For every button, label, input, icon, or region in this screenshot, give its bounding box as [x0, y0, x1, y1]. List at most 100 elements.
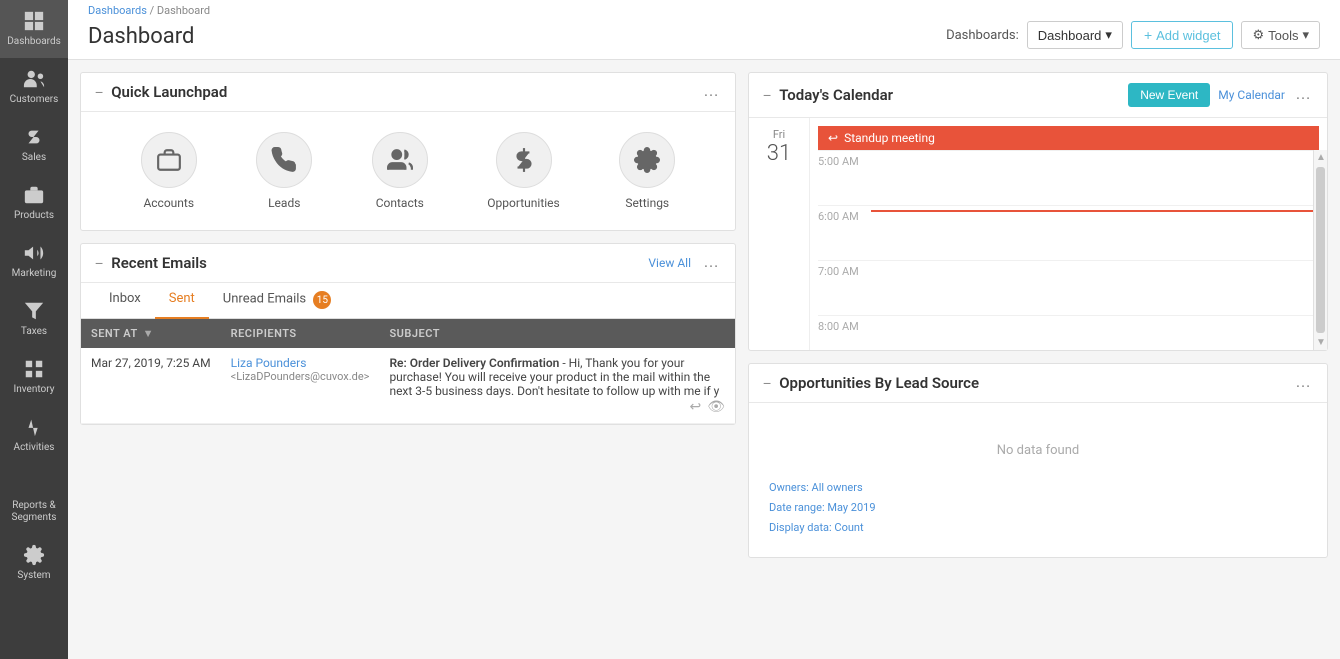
dashboard-body: − Quick Launchpad … Accounts — [68, 60, 1340, 659]
time-label-7am: 7:00 AM — [818, 265, 863, 278]
dashboards-label: Dashboards: — [946, 28, 1019, 43]
my-calendar-link[interactable]: My Calendar — [1218, 88, 1285, 102]
calendar-events-col: ↩ Standup meeting 5:00 AM 6:00 AM — [809, 118, 1327, 350]
calendar-scrollbar[interactable]: ▲ ▼ — [1313, 150, 1327, 350]
opps-meta-daterange: Date range: May 2019 — [769, 498, 1307, 518]
scroll-down-button[interactable]: ▼ — [1314, 335, 1327, 350]
time-label-8am: 8:00 AM — [818, 320, 863, 333]
calendar-date-col: Fri 31 — [749, 118, 809, 350]
emails-title: Recent Emails — [111, 254, 207, 272]
calendar-title: Today's Calendar — [779, 86, 893, 104]
email-tabs: Inbox Sent Unread Emails 15 — [81, 283, 735, 319]
launchpad-title: Quick Launchpad — [111, 83, 227, 101]
sidebar-item-customers[interactable]: Customers — [0, 58, 68, 116]
opps-body: No data found Owners: All owners Date ra… — [749, 403, 1327, 557]
scroll-up-button[interactable]: ▲ — [1314, 150, 1327, 165]
email-recipient-name[interactable]: Liza Pounders — [231, 356, 370, 370]
col-subject: SUBJECT — [379, 319, 735, 348]
unread-badge: 15 — [313, 291, 331, 309]
cal-day-name: Fri — [757, 128, 801, 141]
sidebar-item-dashboards[interactable]: Dashboards — [0, 0, 68, 58]
new-event-button[interactable]: New Event — [1128, 83, 1210, 107]
left-column: − Quick Launchpad … Accounts — [80, 72, 736, 647]
sidebar: Dashboards Customers Sales Products Mark… — [0, 0, 68, 659]
collapse-launchpad-button[interactable]: − — [95, 84, 103, 100]
plus-icon: + — [1144, 27, 1152, 43]
dashboard-dropdown[interactable]: Dashboard ▾ — [1027, 21, 1123, 49]
tab-sent[interactable]: Sent — [155, 283, 209, 319]
time-slot-7am: 7:00 AM — [818, 260, 1319, 315]
calendar-scroll-area[interactable]: 5:00 AM 6:00 AM 7: — [810, 150, 1327, 350]
view-button[interactable]: 👁 — [707, 398, 725, 415]
chevron-down-icon: ▾ — [1105, 27, 1112, 43]
time-label-6am: 6:00 AM — [818, 210, 863, 223]
calendar-body: Fri 31 ↩ Standup meeting 5:00 AM — [749, 118, 1327, 350]
time-label-5am: 5:00 AM — [818, 155, 863, 168]
time-slot-8am: 8:00 AM — [818, 315, 1319, 350]
time-slot-5am: 5:00 AM — [818, 150, 1319, 205]
launchpad-item-accounts[interactable]: Accounts — [141, 132, 197, 210]
email-recipient-addr: <LizaDPounders@cuvox.de> — [231, 370, 370, 383]
widget-header-calendar: − Today's Calendar New Event My Calendar… — [749, 73, 1327, 118]
emails-menu-button[interactable]: … — [701, 254, 721, 272]
launchpad-item-leads[interactable]: Leads — [256, 132, 312, 210]
sidebar-item-taxes[interactable]: Taxes — [0, 290, 68, 348]
sidebar-item-activities[interactable]: Activities — [0, 406, 68, 464]
sidebar-item-inventory[interactable]: Inventory — [0, 348, 68, 406]
scroll-thumb — [1316, 167, 1325, 333]
launchpad-menu-button[interactable]: … — [701, 83, 721, 101]
calendar-widget: − Today's Calendar New Event My Calendar… — [748, 72, 1328, 351]
page-header-wrap: Dashboards / Dashboard Dashboard Dashboa… — [68, 0, 1340, 60]
reply-button[interactable]: ↩ — [689, 398, 701, 415]
launchpad-item-opportunities[interactable]: Opportunities — [487, 132, 559, 210]
sidebar-item-products[interactable]: Products — [0, 174, 68, 232]
col-recipients: RECIPIENTS — [221, 319, 380, 348]
page-title: Dashboard — [88, 24, 194, 49]
breadcrumb-dashboards-link[interactable]: Dashboards — [88, 4, 147, 17]
opps-menu-button[interactable]: … — [1293, 374, 1313, 392]
add-widget-button[interactable]: + Add widget — [1131, 21, 1234, 49]
breadcrumb: Dashboards / Dashboard — [88, 4, 210, 17]
tab-unread[interactable]: Unread Emails 15 — [209, 283, 346, 319]
sidebar-item-reports[interactable]: Reports & Segments — [0, 464, 68, 534]
breadcrumb-current: Dashboard — [157, 4, 210, 17]
view-all-link[interactable]: View All — [648, 256, 691, 270]
reply-icon: ↩ — [828, 131, 838, 145]
sidebar-item-marketing[interactable]: Marketing — [0, 232, 68, 290]
opps-no-data: No data found — [769, 423, 1307, 478]
sidebar-item-sales[interactable]: Sales — [0, 116, 68, 174]
email-actions: ↩ 👁 — [689, 398, 725, 415]
opportunities-widget: − Opportunities By Lead Source … No data… — [748, 363, 1328, 558]
sidebar-item-system[interactable]: System — [0, 534, 68, 592]
email-recipient-cell: Liza Pounders <LizaDPounders@cuvox.de> — [221, 348, 380, 424]
calendar-event-bar[interactable]: ↩ Standup meeting — [818, 126, 1319, 150]
gear-icon: ⚙ — [1252, 27, 1264, 43]
tools-button[interactable]: ⚙ Tools ▾ — [1241, 21, 1320, 49]
main-content: Dashboards / Dashboard Dashboard Dashboa… — [68, 0, 1340, 659]
email-subject-bold: Re: Order Delivery Confirmation — [389, 356, 559, 370]
current-time-line — [871, 210, 1319, 212]
collapse-calendar-button[interactable]: − — [763, 87, 771, 103]
event-label: Standup meeting — [844, 131, 935, 145]
email-subject-cell: Re: Order Delivery Confirmation - Hi, Th… — [379, 348, 735, 424]
opps-title: Opportunities By Lead Source — [779, 374, 979, 392]
header-controls: Dashboards: Dashboard ▾ + Add widget ⚙ T… — [946, 21, 1320, 49]
email-row: Mar 27, 2019, 7:25 AM Liza Pounders <Liz… — [81, 348, 735, 424]
widget-header-launchpad: − Quick Launchpad … — [81, 73, 735, 112]
widget-header-opps: − Opportunities By Lead Source … — [749, 364, 1327, 403]
opps-meta-owners: Owners: All owners — [769, 478, 1307, 498]
right-column: − Today's Calendar New Event My Calendar… — [748, 72, 1328, 647]
collapse-emails-button[interactable]: − — [95, 255, 103, 271]
calendar-time-slots: 5:00 AM 6:00 AM 7: — [810, 150, 1327, 350]
email-table: SENT AT ▼ RECIPIENTS SUBJECT Mar 27, 201… — [81, 319, 735, 424]
calendar-menu-button[interactable]: … — [1293, 86, 1313, 104]
launchpad-item-settings[interactable]: Settings — [619, 132, 675, 210]
launchpad-item-contacts[interactable]: Contacts — [372, 132, 428, 210]
col-sent-at[interactable]: SENT AT ▼ — [81, 319, 221, 348]
widget-header-emails: − Recent Emails View All … — [81, 244, 735, 283]
recent-emails-widget: − Recent Emails View All … Inbox Sent — [80, 243, 736, 425]
tab-inbox[interactable]: Inbox — [95, 283, 155, 319]
email-sent-at: Mar 27, 2019, 7:25 AM — [81, 348, 221, 424]
sort-arrow-icon: ▼ — [143, 327, 154, 340]
collapse-opps-button[interactable]: − — [763, 375, 771, 391]
